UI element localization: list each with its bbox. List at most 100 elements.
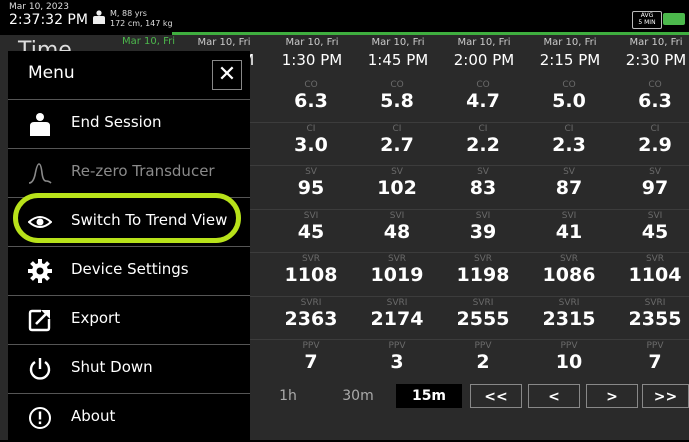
parameter-value: 95 bbox=[297, 177, 325, 199]
parameter-label: SVR bbox=[301, 254, 321, 264]
power-icon bbox=[29, 358, 51, 380]
status-time: 2:37:32 PM bbox=[9, 12, 88, 28]
trend-cell: PPV 7 bbox=[612, 341, 689, 373]
battery-icon bbox=[663, 13, 685, 25]
trend-cell: CO 4.7 bbox=[440, 80, 526, 112]
parameter-label: SVRI bbox=[472, 297, 494, 308]
first-page-button[interactable]: << bbox=[470, 384, 522, 408]
parameter-label: SVI bbox=[647, 210, 663, 221]
trend-cell: SV 83 bbox=[440, 167, 526, 199]
trend-cell: CI 2.3 bbox=[526, 124, 612, 156]
interval-30m-button[interactable]: 30m bbox=[330, 384, 386, 408]
column-header: Mar 10, Fri 2:30 PM bbox=[612, 36, 689, 70]
parameter-value: 102 bbox=[377, 177, 417, 199]
menu-item-end-session[interactable]: End Session bbox=[8, 100, 250, 149]
parameter-value: 10 bbox=[555, 351, 583, 373]
parameter-label: SVI bbox=[389, 210, 405, 221]
column-date: Mar 10, Fri bbox=[543, 37, 597, 48]
menu-item-label: Shut Down bbox=[71, 358, 153, 376]
menu-item-export[interactable]: Export bbox=[8, 296, 250, 345]
parameter-value: 5.8 bbox=[380, 90, 414, 112]
parameter-label: SV bbox=[477, 167, 489, 177]
menu-item-label: End Session bbox=[71, 113, 162, 131]
menu-item-about[interactable]: About bbox=[8, 394, 250, 442]
patient-icon bbox=[93, 10, 105, 24]
parameter-label: SV bbox=[563, 167, 575, 177]
parameter-label: SVRI bbox=[644, 297, 666, 308]
row-separator bbox=[250, 121, 689, 123]
parameter-value: 1086 bbox=[542, 264, 596, 286]
close-icon[interactable]: ✕ bbox=[212, 60, 242, 90]
last-page-button[interactable]: >> bbox=[642, 384, 689, 408]
trend-cell: CI 2.7 bbox=[354, 124, 440, 156]
parameter-value: 1019 bbox=[370, 264, 424, 286]
trend-cell: SV 102 bbox=[354, 167, 440, 199]
trend-cell: SVRI 2555 bbox=[440, 298, 526, 330]
column-date: Mar 10, Fri bbox=[629, 37, 683, 48]
column-date: Mar 10, Fri bbox=[457, 37, 511, 48]
parameter-value: 1198 bbox=[456, 264, 510, 286]
patient-measurements: 172 cm, 147 kg bbox=[110, 19, 173, 28]
column-date: Mar 10, Fri bbox=[285, 37, 339, 48]
parameter-label: CI bbox=[306, 123, 316, 134]
parameter-label: CI bbox=[478, 123, 488, 134]
trend-cell: CO 6.3 bbox=[268, 80, 354, 112]
menu-item-device-settings[interactable]: Device Settings bbox=[8, 247, 250, 296]
parameter-label: SVR bbox=[473, 254, 493, 264]
parameter-label: SVRI bbox=[300, 297, 322, 308]
trend-cell: CI 3.0 bbox=[268, 124, 354, 156]
highlight-ring bbox=[13, 193, 241, 243]
parameter-label: PPV bbox=[474, 341, 492, 351]
menu-item-label: About bbox=[71, 407, 116, 425]
parameter-value: 41 bbox=[555, 220, 583, 243]
parameter-label: PPV bbox=[388, 341, 406, 351]
time-controls: 1h 30m 15m << < > >> bbox=[250, 381, 689, 411]
parameter-value: 6.3 bbox=[638, 90, 672, 112]
parameter-label: PPV bbox=[560, 341, 578, 351]
parameter-label: PPV bbox=[302, 341, 320, 351]
trend-cell: PPV 3 bbox=[354, 341, 440, 373]
averaging-badge[interactable]: AVG 5 MIN bbox=[632, 11, 662, 29]
parameter-label: CO bbox=[648, 80, 662, 90]
row-separator bbox=[250, 339, 689, 340]
menu-header: Menu ✕ bbox=[8, 51, 250, 100]
parameter-value: 2.2 bbox=[466, 133, 500, 156]
parameter-value: 6.3 bbox=[294, 90, 328, 112]
column-header: Mar 10, Fri 1:45 PM bbox=[354, 36, 442, 70]
parameter-label: SVR bbox=[387, 254, 407, 264]
parameter-label: SVI bbox=[561, 210, 577, 221]
prev-page-button[interactable]: < bbox=[528, 384, 580, 408]
parameter-value: 3.0 bbox=[294, 133, 328, 156]
first-date-label: Mar 10, Fri bbox=[122, 36, 176, 47]
column-time: 2:00 PM bbox=[453, 51, 515, 69]
parameter-label: CI bbox=[564, 123, 574, 134]
trend-cell: SV 97 bbox=[612, 167, 689, 199]
parameter-value: 2355 bbox=[628, 307, 682, 330]
trend-cell: SV 95 bbox=[268, 167, 354, 199]
parameter-value: 2315 bbox=[542, 307, 596, 330]
next-page-button[interactable]: > bbox=[586, 384, 638, 408]
parameter-value: 2.7 bbox=[380, 133, 414, 156]
parameter-label: CO bbox=[390, 80, 404, 90]
interval-15m-button[interactable]: 15m bbox=[396, 384, 462, 408]
menu-item-label: Device Settings bbox=[71, 260, 189, 278]
parameter-value: 7 bbox=[648, 351, 662, 373]
menu-item-label: Re-zero Transducer bbox=[71, 162, 215, 180]
menu-item-shut-down[interactable]: Shut Down bbox=[8, 345, 250, 394]
row-separator bbox=[250, 252, 689, 253]
interval-1h-button[interactable]: 1h bbox=[264, 384, 312, 408]
parameter-label: SV bbox=[391, 167, 403, 177]
trend-cell: SVR 1086 bbox=[526, 254, 612, 286]
menu-panel: Menu ✕ End Session Re-zero Transducer Sw… bbox=[8, 51, 250, 440]
parameter-value: 2174 bbox=[370, 307, 424, 330]
trend-cell: PPV 10 bbox=[526, 341, 612, 373]
parameter-label: CI bbox=[392, 123, 402, 134]
menu-item-rezero-transducer[interactable]: Re-zero Transducer bbox=[8, 149, 250, 198]
parameter-label: SVR bbox=[645, 254, 665, 264]
trend-cell: CO 5.0 bbox=[526, 80, 612, 112]
trend-cell: SVR 1019 bbox=[354, 254, 440, 286]
trend-cell: SVRI 2355 bbox=[612, 298, 689, 330]
trend-cell: SVI 41 bbox=[526, 211, 612, 243]
parameter-value: 45 bbox=[297, 220, 325, 243]
trend-cell: SVI 48 bbox=[354, 211, 440, 243]
